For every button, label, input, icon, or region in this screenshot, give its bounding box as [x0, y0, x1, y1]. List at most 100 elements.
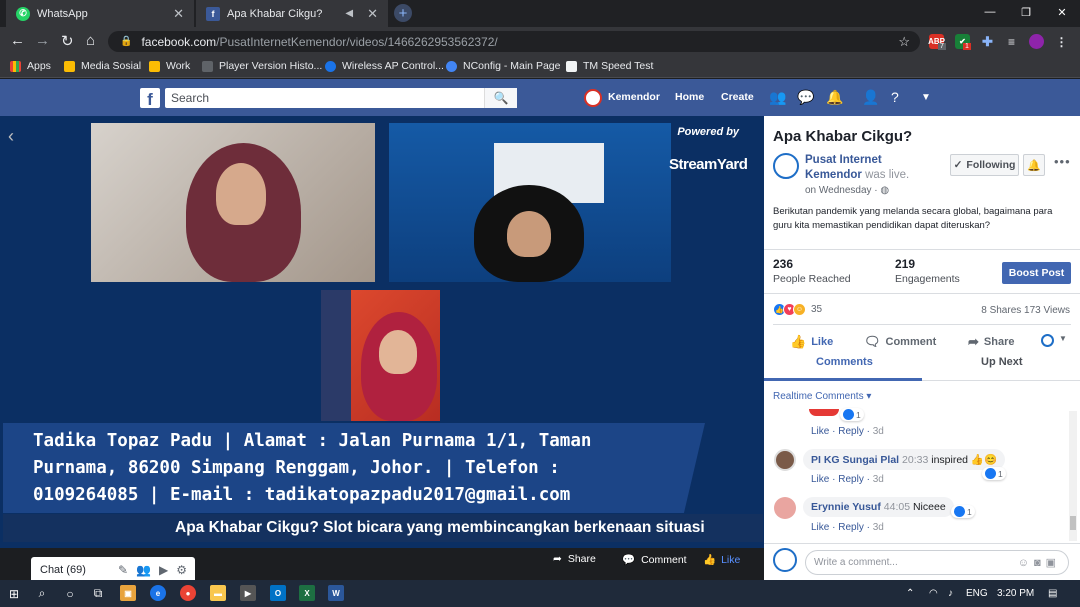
tab-comments[interactable]: Comments: [816, 356, 873, 368]
search-icon[interactable]: ⌕: [32, 584, 52, 603]
page-avatar[interactable]: [773, 548, 797, 572]
store-icon[interactable]: ▣: [120, 585, 136, 601]
wifi-icon[interactable]: ◠: [929, 588, 938, 599]
bookmark-nconfig[interactable]: NConfig - Main Page: [446, 60, 560, 72]
post-date[interactable]: on Wednesday · ◍: [805, 185, 889, 196]
dropdown-icon[interactable]: ▼: [921, 92, 931, 103]
menu-icon[interactable]: ⋮: [1054, 34, 1069, 49]
edge-icon[interactable]: e: [150, 585, 166, 601]
home-icon[interactable]: ⌂: [86, 32, 95, 49]
excel-icon[interactable]: X: [299, 585, 315, 601]
messenger-icon[interactable]: 💬: [797, 89, 814, 106]
reactions-summary[interactable]: 👍 ♥ ☺ 35: [773, 303, 822, 316]
profile-avatar[interactable]: [584, 89, 602, 107]
comment-tool-icons[interactable]: ☺◙▣: [1018, 556, 1061, 569]
page-avatar[interactable]: [773, 153, 799, 179]
bookmark-player-version[interactable]: Player Version Histo...: [202, 60, 322, 72]
boost-post-button[interactable]: Boost Post: [1002, 262, 1071, 284]
maximize-button[interactable]: ❐: [1008, 0, 1044, 24]
forward-icon[interactable]: →: [35, 32, 50, 49]
windows-start-icon[interactable]: ⊞: [4, 584, 24, 603]
nav-profile-link[interactable]: Kemendor: [608, 91, 660, 103]
bookmark-work[interactable]: Work: [149, 60, 190, 72]
share-button[interactable]: ➦ Share: [968, 334, 1014, 350]
chat-tab[interactable]: Chat (69) ✎👥▶⚙: [31, 557, 195, 582]
language-indicator[interactable]: ENG: [966, 588, 988, 599]
comment-like-badge[interactable]: 1: [951, 505, 975, 518]
search-input[interactable]: Search: [165, 88, 517, 108]
more-options-icon[interactable]: •••: [1054, 154, 1071, 169]
file-explorer-icon[interactable]: ▬: [210, 585, 226, 601]
outlook-icon[interactable]: O: [270, 585, 286, 601]
minimize-button[interactable]: —: [972, 0, 1008, 24]
back-icon[interactable]: ←: [10, 32, 25, 49]
video-player[interactable]: Powered by StreamYard Tadika Topaz Padu …: [0, 116, 764, 548]
word-icon[interactable]: W: [328, 585, 344, 601]
close-window-button[interactable]: ✕: [1044, 0, 1080, 24]
tab-facebook[interactable]: f Apa Khabar Cikgu? ◀ ✕: [196, 0, 388, 27]
comment-reply-link[interactable]: Reply: [838, 522, 864, 533]
playlist-icon[interactable]: ≡: [1004, 34, 1019, 49]
comment-reply-link[interactable]: Reply: [838, 474, 864, 485]
comment-like-link[interactable]: Like: [811, 522, 829, 533]
comment-reply-link[interactable]: Reply: [838, 426, 864, 437]
comment-like-badge[interactable]: 1: [840, 408, 864, 421]
chrome-icon[interactable]: ●: [180, 585, 196, 601]
close-tab-icon[interactable]: ✕: [367, 6, 378, 22]
realtime-comments-dropdown[interactable]: Realtime Comments ▾: [773, 391, 871, 402]
post-as-selector[interactable]: ▼: [1041, 334, 1067, 347]
bookmark-tm-speed[interactable]: TM Speed Test: [566, 60, 653, 72]
video-like-button[interactable]: 👍 Like: [703, 553, 740, 567]
notifications-icon[interactable]: 🔔: [826, 89, 843, 106]
comment-timestamp[interactable]: 44:05: [884, 501, 910, 513]
media-icon[interactable]: ▶: [240, 585, 256, 601]
friends-icon[interactable]: 👥: [769, 89, 786, 106]
page-name-line[interactable]: Kemendor: [805, 169, 862, 181]
comment-like-badge[interactable]: 1: [982, 467, 1006, 480]
reload-icon[interactable]: ↻: [61, 32, 74, 50]
search-icon[interactable]: 🔍: [484, 88, 517, 108]
bookmark-media-sosial[interactable]: Media Sosial: [64, 60, 141, 72]
puzzle-icon[interactable]: ✚: [980, 34, 995, 49]
tab-up-next[interactable]: Up Next: [981, 356, 1023, 368]
like-button[interactable]: 👍 Like: [790, 334, 833, 350]
notification-center-icon[interactable]: ▤: [1048, 588, 1057, 599]
facebook-logo-icon[interactable]: f: [140, 88, 160, 108]
tray-expand-icon[interactable]: ⌃: [906, 588, 914, 599]
commenter-avatar[interactable]: [774, 497, 796, 519]
comment-like-link[interactable]: Like: [811, 474, 829, 485]
scrollbar-thumb[interactable]: [1070, 516, 1076, 530]
bookmark-apps[interactable]: Apps: [10, 60, 51, 72]
mute-icon[interactable]: ◀: [345, 8, 353, 19]
notification-bell-button[interactable]: 🔔: [1023, 154, 1045, 176]
clock[interactable]: 3:20 PM: [997, 588, 1034, 599]
nav-home-link[interactable]: Home: [675, 91, 704, 103]
nav-create-link[interactable]: Create: [721, 91, 754, 103]
page-name[interactable]: Pusat Internet Kemendor was live.: [805, 153, 909, 183]
url-input[interactable]: 🔒 facebook.com/PusatInternetKemendor/vid…: [108, 31, 920, 52]
following-button[interactable]: ✓ Following: [950, 154, 1019, 176]
commenter-avatar[interactable]: [774, 449, 796, 471]
tab-whatsapp[interactable]: ✆ WhatsApp ✕: [6, 0, 194, 27]
comment-like-link[interactable]: Like: [811, 426, 829, 437]
bookmark-wireless-ap[interactable]: Wireless AP Control...: [325, 60, 444, 72]
bookmark-star-icon[interactable]: ☆: [898, 34, 910, 50]
avatar[interactable]: [1029, 34, 1044, 49]
task-view-icon[interactable]: ⧉: [88, 584, 108, 603]
new-tab-button[interactable]: +: [394, 4, 412, 22]
comment-time[interactable]: 3d: [873, 474, 884, 485]
video-share-button[interactable]: ➦ Share: [553, 553, 596, 565]
video-comment-button[interactable]: 💬 Comment: [622, 553, 687, 567]
cortana-icon[interactable]: ○: [60, 584, 80, 603]
volume-icon[interactable]: ♪: [948, 588, 953, 599]
help-icon[interactable]: ?: [891, 89, 899, 105]
comment-time[interactable]: 3d: [873, 426, 884, 437]
previous-arrow-icon[interactable]: ‹: [8, 126, 14, 147]
commenter-name[interactable]: PI KG Sungai Plal: [811, 454, 899, 466]
groups-icon[interactable]: 👤: [862, 89, 879, 106]
page-name-line[interactable]: Pusat Internet: [805, 153, 909, 168]
chat-tool-icons[interactable]: ✎👥▶⚙: [118, 563, 195, 577]
comment-timestamp[interactable]: 20:33: [902, 454, 928, 466]
comment-button[interactable]: 🗨 Comment: [864, 334, 936, 350]
shares-views-count[interactable]: 8 Shares 173 Views: [981, 305, 1070, 316]
